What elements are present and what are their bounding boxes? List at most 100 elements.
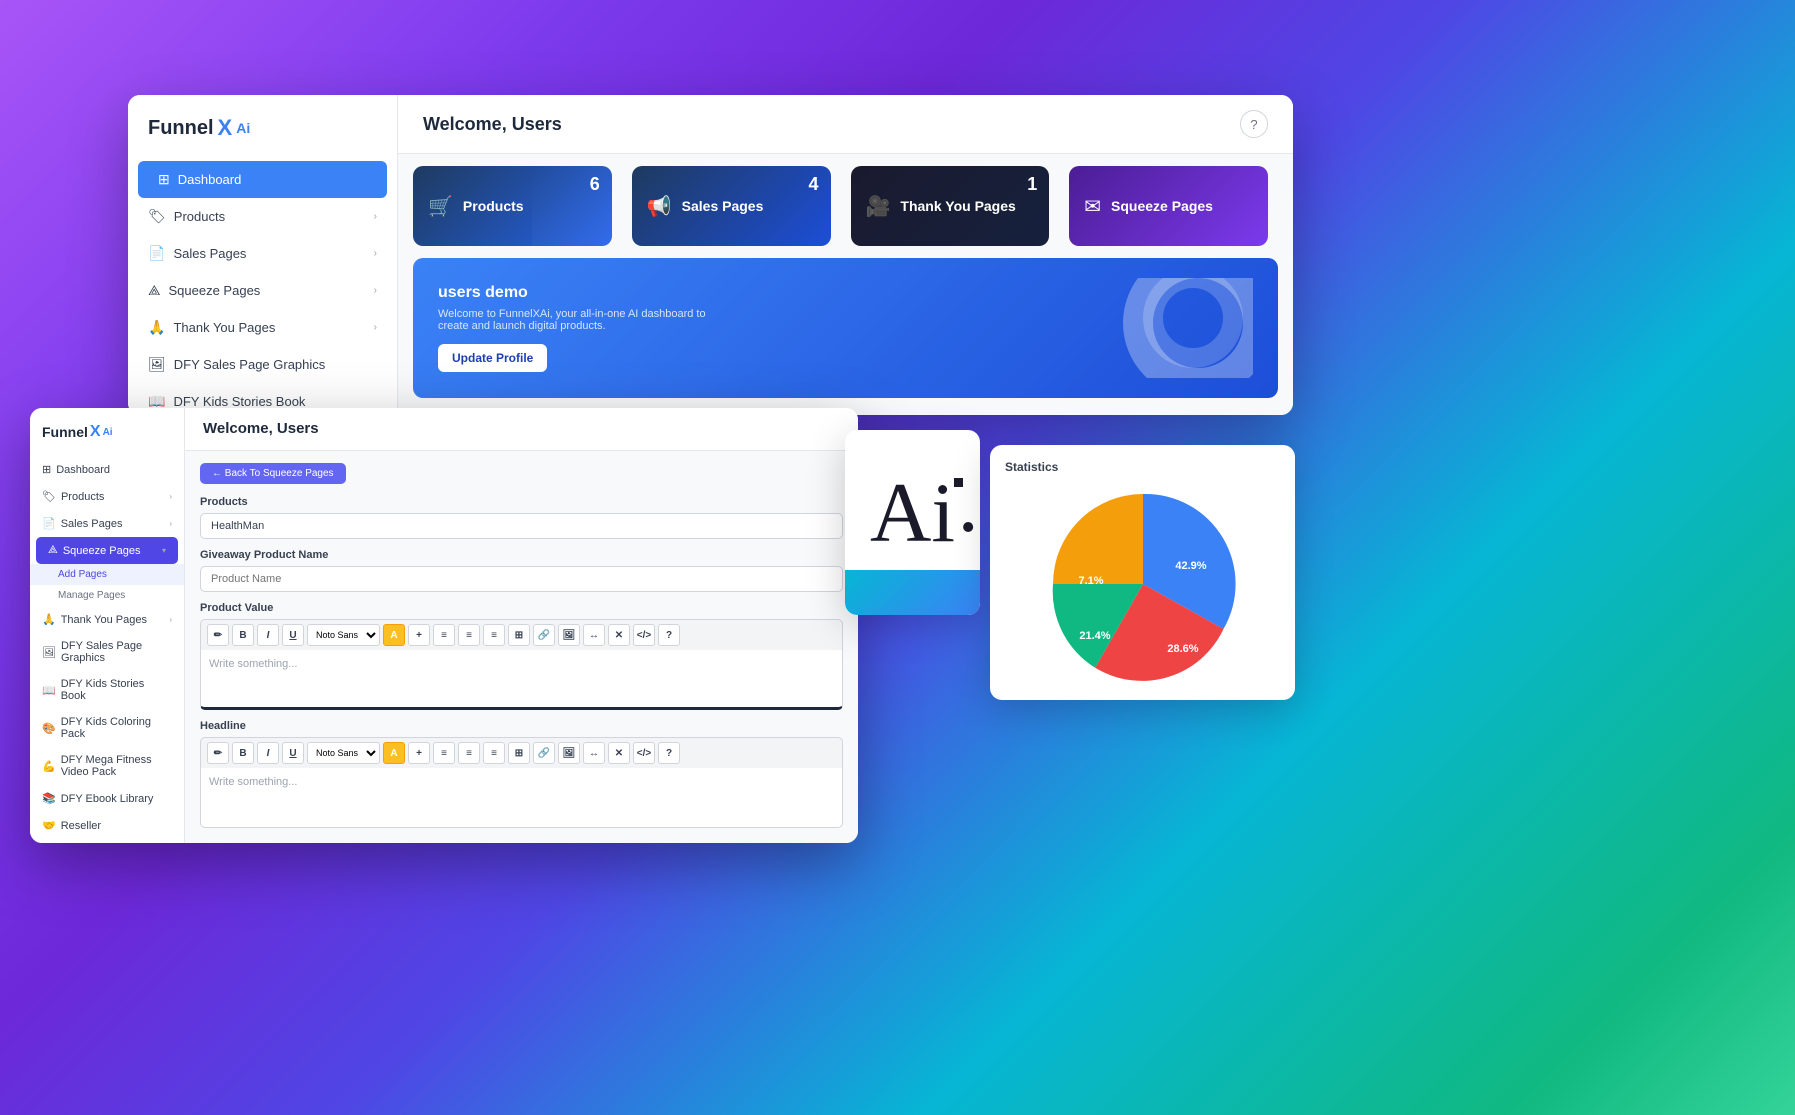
dfy-sales-icon-back: 🖼 bbox=[148, 356, 166, 373]
nav-dfy-kids-stories-front[interactable]: 📖 DFY Kids Stories Book bbox=[30, 671, 184, 709]
pie-chart-container: 42.9% 28.6% 21.4% 7.1% bbox=[1005, 484, 1280, 684]
nav-thankyou-front[interactable]: 🙏 Thank You Pages › bbox=[30, 606, 184, 633]
nav-upgrade-front[interactable]: ⬆ Upgrade bbox=[30, 839, 184, 843]
toolbar-underline-btn-2[interactable]: U bbox=[282, 742, 304, 764]
card-squeeze-label-back: Squeeze Pages bbox=[1111, 198, 1213, 214]
nav-dfy-kids-label-back: DFY Kids Stories Book bbox=[173, 394, 305, 409]
nav-dashboard-label-front: Dashboard bbox=[56, 464, 110, 476]
content-front: ← Back To Squeeze Pages Products HealthM… bbox=[185, 451, 858, 838]
toolbar-plus-btn[interactable]: + bbox=[408, 624, 430, 646]
card-thankyou-back[interactable]: 🎥 Thank You Pages 1 bbox=[851, 166, 1050, 246]
nav-add-pages-front[interactable]: Add Pages bbox=[30, 564, 184, 585]
nav-dfy-coloring-front[interactable]: 🎨 DFY Kids Coloring Pack bbox=[30, 709, 184, 747]
toolbar-help-btn[interactable]: ? bbox=[658, 624, 680, 646]
help-button-back[interactable]: ? bbox=[1240, 110, 1268, 138]
card-sales-label-back: Sales Pages bbox=[682, 198, 764, 214]
nav-dashboard-back[interactable]: ⊞ Dashboard bbox=[138, 161, 387, 198]
nav-sales-back[interactable]: 📄 Sales Pages › bbox=[128, 235, 397, 272]
nav-reseller-front[interactable]: 🤝 Reseller bbox=[30, 812, 184, 839]
card-squeeze-back[interactable]: ✉ Squeeze Pages bbox=[1069, 166, 1268, 246]
update-profile-button-back[interactable]: Update Profile bbox=[438, 344, 547, 372]
toolbar-highlight-btn-2[interactable]: A bbox=[383, 742, 405, 764]
logo-x-front: X bbox=[90, 423, 101, 441]
toolbar-code-btn[interactable]: </> bbox=[633, 624, 655, 646]
thankyou-icon-back: 🙏 bbox=[148, 319, 165, 336]
toolbar-align-right-btn-2[interactable]: ≡ bbox=[483, 742, 505, 764]
giveaway-input[interactable] bbox=[200, 566, 843, 592]
nav-manage-pages-front[interactable]: Manage Pages bbox=[30, 585, 184, 606]
toolbar-underline-btn[interactable]: U bbox=[282, 624, 304, 646]
toolbar-remove-btn[interactable]: ✕ bbox=[608, 624, 630, 646]
toolbar-code-btn-2[interactable]: </> bbox=[633, 742, 655, 764]
toolbar-pen-btn[interactable]: ✏ bbox=[207, 624, 229, 646]
logo-back: Funnel X Ai bbox=[128, 115, 397, 161]
toolbar-align-center-btn[interactable]: ≡ bbox=[458, 624, 480, 646]
toolbar-remove-btn-2[interactable]: ✕ bbox=[608, 742, 630, 764]
toolbar-italic-btn-2[interactable]: I bbox=[257, 742, 279, 764]
product-value-editor[interactable]: Write something... bbox=[200, 650, 843, 710]
thankyou-icon-front: 🙏 bbox=[42, 613, 56, 626]
nav-products-back[interactable]: 🏷 Products › bbox=[128, 198, 397, 235]
toolbar-table-btn-2[interactable]: ⊞ bbox=[508, 742, 530, 764]
toolbar-link-btn-2[interactable]: 🔗 bbox=[533, 742, 555, 764]
nav-add-pages-label-front: Add Pages bbox=[58, 569, 107, 580]
nav-manage-pages-label-front: Manage Pages bbox=[58, 590, 125, 601]
dfy-coloring-icon-front: 🎨 bbox=[42, 722, 56, 735]
toolbar-plus-btn-2[interactable]: + bbox=[408, 742, 430, 764]
pie-segment-yellow bbox=[1053, 494, 1143, 584]
toolbar-font-select-2[interactable]: Noto Sans bbox=[307, 742, 380, 764]
toolbar-align-left-btn[interactable]: ≡ bbox=[433, 624, 455, 646]
card-products-back[interactable]: 🛒 Products 6 bbox=[413, 166, 612, 246]
headline-label: Headline bbox=[200, 720, 843, 732]
toolbar-image-btn-2[interactable]: 🖼 bbox=[558, 742, 580, 764]
toolbar-resize-btn-2[interactable]: ↔ bbox=[583, 742, 605, 764]
nav-dashboard-front[interactable]: ⊞ Dashboard bbox=[30, 456, 184, 483]
header-title-back: Welcome, Users bbox=[423, 114, 562, 135]
banner-desc-back: Welcome to FunnelXAi, your all-in-one AI… bbox=[438, 308, 738, 332]
toolbar-table-btn[interactable]: ⊞ bbox=[508, 624, 530, 646]
logo-ai-front: Ai bbox=[103, 427, 113, 438]
toolbar-bold-btn[interactable]: B bbox=[232, 624, 254, 646]
nav-dfy-fitness-front[interactable]: 💪 DFY Mega Fitness Video Pack bbox=[30, 747, 184, 785]
headline-editor[interactable]: Write something... bbox=[200, 768, 843, 828]
toolbar-link-btn[interactable]: 🔗 bbox=[533, 624, 555, 646]
front-window: Funnel X Ai ⊞ Dashboard 🏷 Products › 📄 S… bbox=[30, 408, 858, 843]
card-products-label-back: Products bbox=[463, 198, 524, 214]
logo-x-back: X bbox=[218, 115, 233, 141]
toolbar-resize-btn[interactable]: ↔ bbox=[583, 624, 605, 646]
product-value-label: Product Value bbox=[200, 602, 843, 614]
header-front: Welcome, Users bbox=[185, 408, 858, 451]
nav-squeeze-back[interactable]: ⟁ Squeeze Pages › bbox=[128, 272, 397, 309]
toolbar-pen-btn-2[interactable]: ✏ bbox=[207, 742, 229, 764]
nav-dashboard-label-back: Dashboard bbox=[178, 172, 242, 187]
card-products-icon-back: 🛒 bbox=[428, 194, 453, 219]
nav-squeeze-front[interactable]: ⟁ Squeeze Pages ▾ bbox=[36, 537, 178, 564]
toolbar-bold-btn-2[interactable]: B bbox=[232, 742, 254, 764]
card-thankyou-icon-back: 🎥 bbox=[866, 194, 891, 219]
card-sales-back[interactable]: 📢 Sales Pages 4 bbox=[632, 166, 831, 246]
toolbar-align-center-btn-2[interactable]: ≡ bbox=[458, 742, 480, 764]
ai-card-content: Ai · bbox=[845, 430, 980, 615]
toolbar-font-select[interactable]: Noto Sans bbox=[307, 624, 380, 646]
toolbar-align-right-btn[interactable]: ≡ bbox=[483, 624, 505, 646]
nav-thankyou-label-front: Thank You Pages bbox=[61, 614, 147, 626]
nav-products-front[interactable]: 🏷 Products › bbox=[30, 483, 184, 510]
toolbar-help-btn-2[interactable]: ? bbox=[658, 742, 680, 764]
toolbar-align-left-btn-2[interactable]: ≡ bbox=[433, 742, 455, 764]
nav-thankyou-back[interactable]: 🙏 Thank You Pages › bbox=[128, 309, 397, 346]
nav-ebook-front[interactable]: 📚 DFY Ebook Library bbox=[30, 785, 184, 812]
products-select[interactable]: HealthMan bbox=[200, 513, 843, 539]
nav-sales-front[interactable]: 📄 Sales Pages › bbox=[30, 510, 184, 537]
nav-dfy-sales-front[interactable]: 🖼 DFY Sales Page Graphics bbox=[30, 633, 184, 671]
nav-dfy-sales-back[interactable]: 🖼 DFY Sales Page Graphics bbox=[128, 346, 397, 383]
squeeze-arrow-front: ▾ bbox=[162, 546, 166, 555]
toolbar-highlight-btn[interactable]: A bbox=[383, 624, 405, 646]
ai-card: Ai · bbox=[845, 430, 980, 615]
pie-label-red: 28.6% bbox=[1167, 643, 1198, 655]
toolbar-italic-btn[interactable]: I bbox=[257, 624, 279, 646]
products-arrow-front: › bbox=[169, 492, 172, 501]
banner-back: users demo Welcome to FunnelXAi, your al… bbox=[413, 258, 1278, 398]
toolbar-image-btn[interactable]: 🖼 bbox=[558, 624, 580, 646]
headline-toolbar: ✏ B I U Noto Sans A + ≡ ≡ ≡ ⊞ 🔗 🖼 ↔ ✕ </… bbox=[200, 737, 843, 768]
back-to-squeeze-button[interactable]: ← Back To Squeeze Pages bbox=[200, 463, 346, 484]
